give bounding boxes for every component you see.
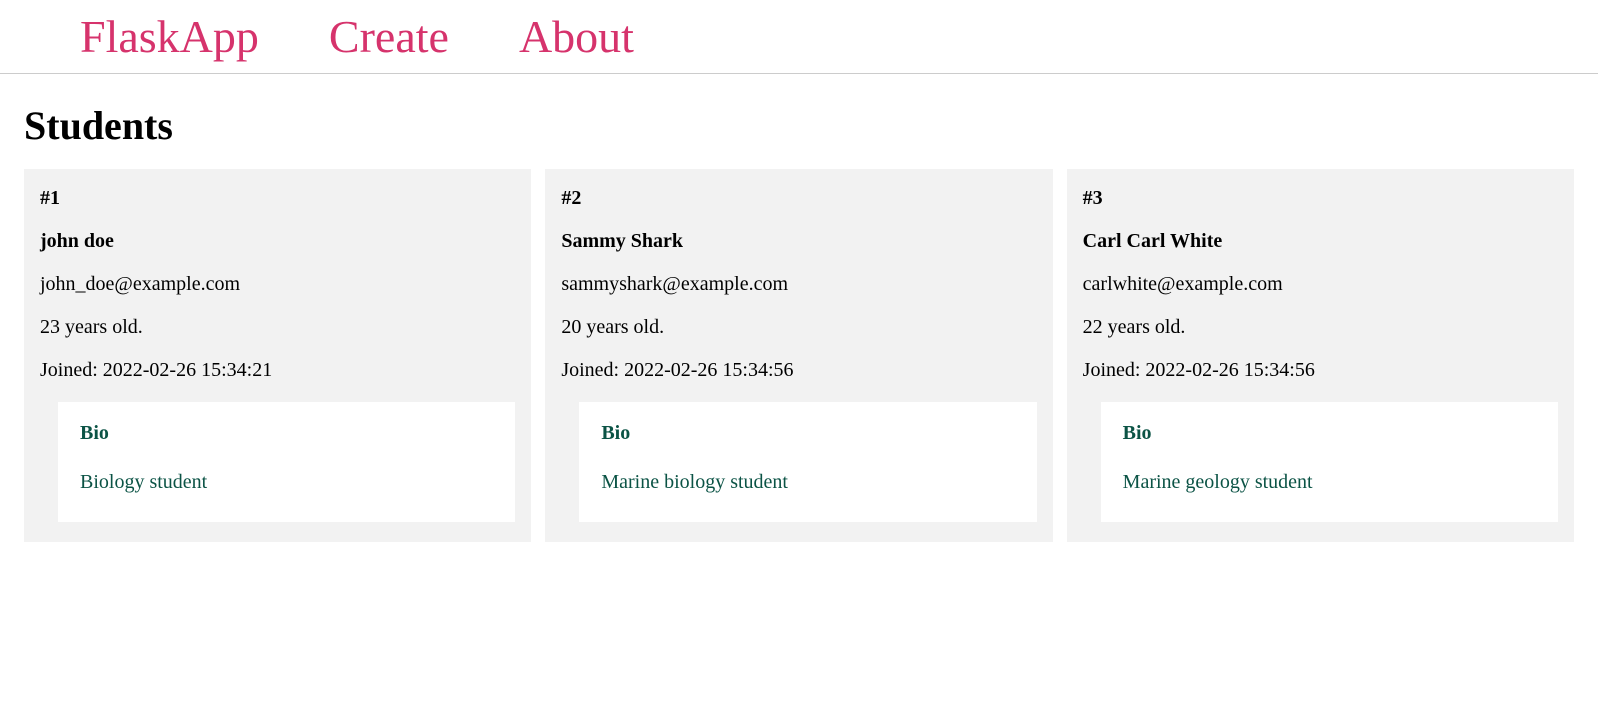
student-joined: Joined: 2022-02-26 15:34:21 [40, 359, 515, 382]
nav-brand-link[interactable]: FlaskApp [80, 10, 259, 63]
bio-box: Bio Biology student [58, 402, 515, 522]
student-email: carlwhite@example.com [1083, 273, 1558, 296]
bio-box: Bio Marine biology student [579, 402, 1036, 522]
bio-heading: Bio [80, 422, 493, 445]
student-id: #3 [1083, 187, 1558, 210]
bio-box: Bio Marine geology student [1101, 402, 1558, 522]
student-email: john_doe@example.com [40, 273, 515, 296]
student-name: Carl Carl White [1083, 230, 1558, 253]
student-age: 23 years old. [40, 316, 515, 339]
bio-text: Biology student [80, 471, 493, 494]
main-content: Students #1 john doe john_doe@example.co… [0, 74, 1598, 552]
navbar: FlaskApp Create About [0, 0, 1598, 74]
student-age: 20 years old. [561, 316, 1036, 339]
student-joined: Joined: 2022-02-26 15:34:56 [561, 359, 1036, 382]
student-id: #1 [40, 187, 515, 210]
bio-text: Marine geology student [1123, 471, 1536, 494]
student-id: #2 [561, 187, 1036, 210]
page-title: Students [24, 102, 1574, 149]
nav-about-link[interactable]: About [519, 10, 634, 63]
student-card: #3 Carl Carl White carlwhite@example.com… [1067, 169, 1574, 542]
students-row: #1 john doe john_doe@example.com 23 year… [24, 169, 1574, 542]
student-age: 22 years old. [1083, 316, 1558, 339]
student-name: john doe [40, 230, 515, 253]
bio-text: Marine biology student [601, 471, 1014, 494]
student-name: Sammy Shark [561, 230, 1036, 253]
bio-heading: Bio [1123, 422, 1536, 445]
student-joined: Joined: 2022-02-26 15:34:56 [1083, 359, 1558, 382]
student-email: sammyshark@example.com [561, 273, 1036, 296]
student-card: #2 Sammy Shark sammyshark@example.com 20… [545, 169, 1052, 542]
bio-heading: Bio [601, 422, 1014, 445]
nav-create-link[interactable]: Create [329, 10, 449, 63]
student-card: #1 john doe john_doe@example.com 23 year… [24, 169, 531, 542]
